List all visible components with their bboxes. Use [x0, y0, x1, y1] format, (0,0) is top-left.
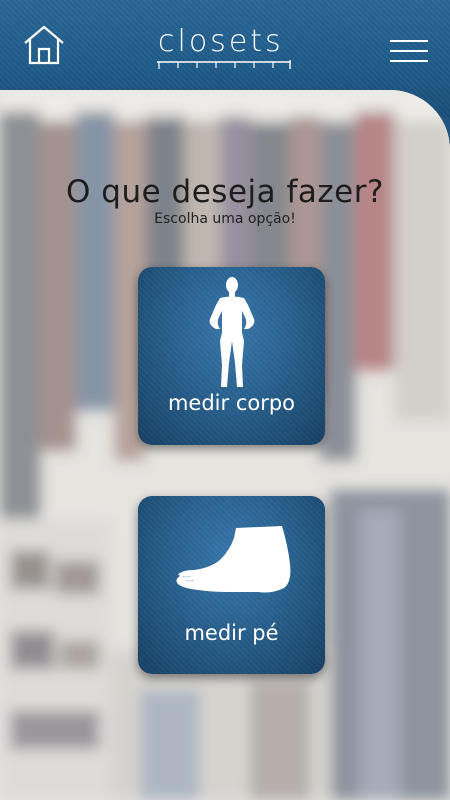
measure-body-button[interactable]: medir corpo	[138, 267, 325, 445]
hamburger-line	[390, 50, 428, 52]
logo-ruler-graphic	[157, 60, 291, 69]
home-icon	[24, 25, 64, 65]
home-button[interactable]	[22, 24, 66, 66]
hamburger-line	[390, 60, 428, 62]
page-subtitle: Escolha uma opção!	[154, 211, 296, 227]
closets-logo: closets	[150, 24, 295, 74]
menu-button[interactable]	[390, 36, 430, 66]
main-content: O que deseja fazer? Escolha uma opção! m…	[0, 90, 450, 800]
hamburger-menu-icon	[390, 40, 428, 42]
measure-foot-button[interactable]: medir pé	[138, 496, 325, 674]
body-figure-icon	[209, 277, 255, 387]
logo-text: closets	[158, 24, 284, 59]
measure-body-label: medir corpo	[167, 391, 296, 415]
page-title: O que deseja fazer?	[66, 174, 384, 210]
measure-foot-label: medir pé	[184, 621, 279, 645]
foot-icon	[176, 526, 291, 593]
